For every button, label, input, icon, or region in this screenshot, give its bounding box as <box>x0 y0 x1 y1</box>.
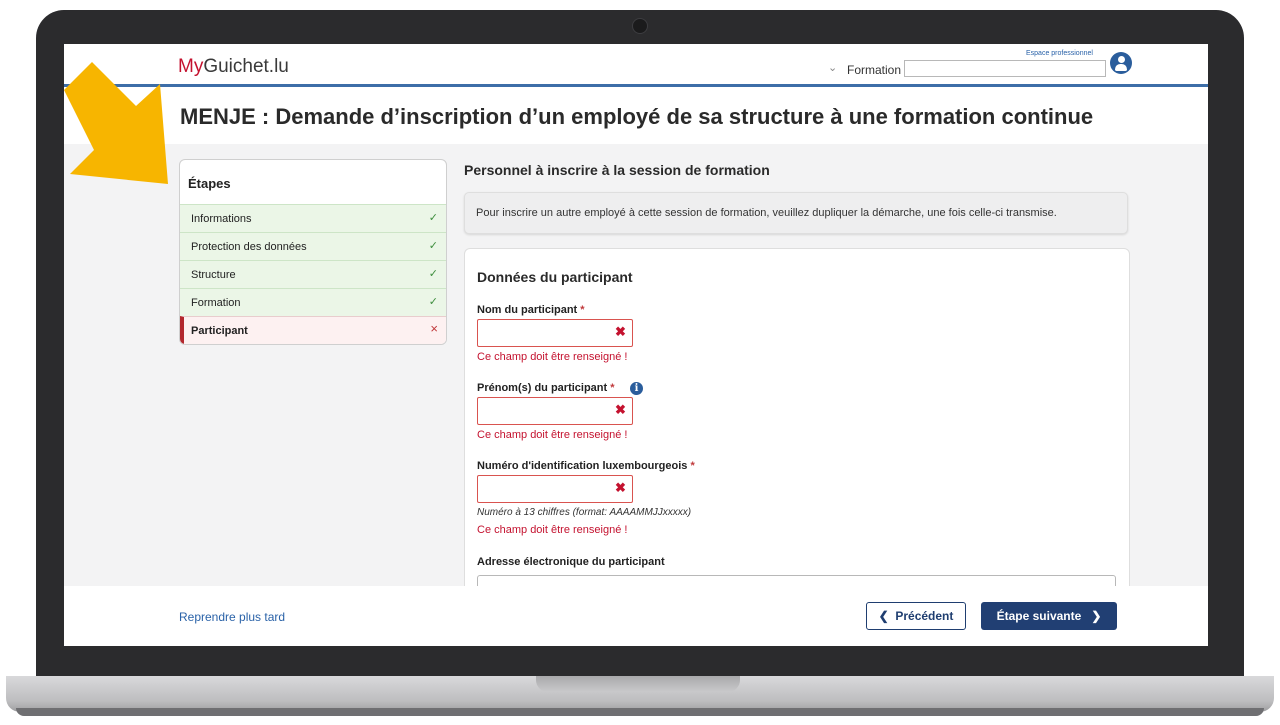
error-x-icon: × <box>430 321 438 336</box>
chevron-down-icon[interactable]: ⌄ <box>828 61 837 74</box>
nom-label-text: Nom du participant <box>477 304 578 316</box>
section-heading: Personnel à inscrire à la session de for… <box>464 162 770 178</box>
laptop-base-shadow <box>16 708 1264 716</box>
checkmark-icon: ✓ <box>428 212 438 224</box>
prenom-error: Ce champ doit être renseigné ! <box>477 429 628 441</box>
nom-input[interactable] <box>477 319 633 347</box>
matricule-hint: Numéro à 13 chiffres (format: AAAAMMJJxx… <box>477 507 692 518</box>
matricule-label: Numéro d'identification luxembourgeois * <box>477 460 695 472</box>
error-x-icon: ✖ <box>615 324 626 339</box>
next-button-label: Étape suivante <box>996 609 1082 623</box>
step-label: Structure <box>191 269 236 281</box>
nom-error: Ce champ doit être renseigné ! <box>477 351 628 363</box>
arrow-shape <box>64 62 168 184</box>
next-step-button[interactable]: Étape suivante ❯ <box>981 602 1117 630</box>
participant-form-card: Données du participant Nom du participan… <box>464 248 1130 610</box>
prenom-label: Prénom(s) du participant * <box>477 382 615 394</box>
laptop-hinge-notch <box>536 676 740 692</box>
required-marker: * <box>580 304 585 316</box>
prenom-label-text: Prénom(s) du participant <box>477 382 608 394</box>
required-marker: * <box>690 460 695 472</box>
step-label: Participant <box>191 325 248 337</box>
step-label: Protection des données <box>191 241 307 253</box>
chevron-left-icon: ❮ <box>878 609 889 623</box>
user-icon[interactable] <box>1110 52 1132 74</box>
checkmark-icon: ✓ <box>428 268 438 280</box>
yellow-arrow-icon <box>64 62 168 184</box>
formation-search-field[interactable] <box>904 60 1106 77</box>
previous-button[interactable]: ❮ Précédent <box>866 602 966 630</box>
footer-bar: Reprendre plus tard ❮ Précédent Étape su… <box>64 586 1208 646</box>
step-participant[interactable]: Participant × <box>180 316 446 344</box>
card-title: Données du participant <box>477 269 633 285</box>
checkmark-icon: ✓ <box>428 296 438 308</box>
error-x-icon: ✖ <box>615 402 626 417</box>
info-icon[interactable]: i <box>630 382 643 395</box>
page-title: MENJE : Demande d’inscription d’un emplo… <box>180 104 1094 129</box>
reprendre-plus-tard-link[interactable]: Reprendre plus tard <box>179 610 285 624</box>
info-notice: Pour inscrire un autre employé à cette s… <box>464 192 1128 234</box>
chevron-right-icon: ❯ <box>1091 609 1102 623</box>
matricule-error: Ce champ doit être renseigné ! <box>477 524 628 536</box>
matricule-label-text: Numéro d'identification luxembourgeois <box>477 460 688 472</box>
checkmark-icon: ✓ <box>428 240 438 252</box>
step-structure[interactable]: Structure ✓ <box>180 260 446 288</box>
required-marker: * <box>610 382 615 394</box>
email-label: Adresse électronique du participant <box>477 556 665 568</box>
nom-label: Nom du participant * <box>477 304 585 316</box>
matricule-input[interactable] <box>477 475 633 503</box>
step-formation[interactable]: Formation ✓ <box>180 288 446 316</box>
avatar-head <box>1118 56 1125 63</box>
formation-label: Formation <box>847 63 902 77</box>
espace-professionnel-link[interactable]: Espace professionnel <box>1026 50 1093 57</box>
error-x-icon: ✖ <box>615 480 626 495</box>
prenom-input[interactable] <box>477 397 633 425</box>
step-label: Formation <box>191 297 241 309</box>
avatar-body <box>1115 64 1127 71</box>
webcam <box>632 18 648 34</box>
previous-button-label: Précédent <box>895 609 954 623</box>
